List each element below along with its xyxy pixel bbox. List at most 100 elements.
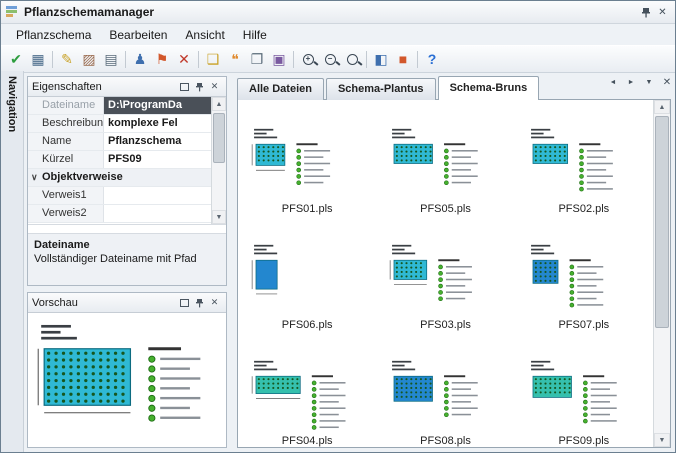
- main-area: Alle DateienSchema-PlantusSchema-Bruns ◄…: [230, 71, 675, 452]
- properties-panel-header: Eigenschaften ✕: [28, 77, 226, 97]
- scroll-up-icon[interactable]: ▲: [654, 100, 670, 114]
- file-thumbnail: [386, 125, 504, 202]
- tab-schema-bruns[interactable]: Schema-Bruns: [438, 76, 540, 100]
- property-grid-scrollbar[interactable]: ▲ ▼: [211, 97, 226, 224]
- scroll-down-icon[interactable]: ▼: [654, 433, 670, 447]
- print-icon[interactable]: ▤: [100, 48, 122, 70]
- menu-item-pflanzschema[interactable]: Pflanzschema: [7, 26, 100, 44]
- scroll-track[interactable]: [654, 114, 670, 433]
- file-item-pfs06-pls[interactable]: PFS06.pls: [238, 218, 376, 334]
- scroll-thumb[interactable]: [655, 116, 669, 328]
- pin-button[interactable]: [192, 80, 207, 94]
- edit-icon[interactable]: ✎: [56, 48, 78, 70]
- toolbar-separator: [198, 51, 199, 68]
- main-scrollbar[interactable]: ▲ ▼: [653, 100, 670, 447]
- properties-panel: Eigenschaften ✕ DateinameD:\ProgramDaBes…: [27, 76, 227, 286]
- property-row-k-rzel[interactable]: KürzelPFS09: [28, 151, 211, 169]
- scroll-thumb[interactable]: [213, 113, 225, 163]
- file-item-pfs01-pls[interactable]: PFS01.pls: [238, 102, 376, 218]
- file-item-pfs08-pls[interactable]: PFS08.pls: [376, 334, 514, 447]
- file-item-pfs03-pls[interactable]: PFS03.pls: [376, 218, 514, 334]
- comment-icon[interactable]: ❝: [224, 48, 246, 70]
- flag-icon[interactable]: ⚑: [151, 48, 173, 70]
- close-panel-button[interactable]: ✕: [207, 80, 222, 94]
- file-item-pfs09-pls[interactable]: PFS09.pls: [515, 334, 653, 447]
- paste-icon[interactable]: ▣: [268, 48, 290, 70]
- app-icon: [5, 4, 19, 21]
- toolbar-separator: [417, 51, 418, 68]
- color-icon[interactable]: ■: [392, 48, 414, 70]
- pin-icon: [195, 82, 204, 92]
- float-button[interactable]: [177, 296, 192, 310]
- properties-panel-title: Eigenschaften: [32, 81, 177, 93]
- file-thumbnail: [386, 357, 504, 434]
- close-panel-button[interactable]: ✕: [207, 296, 222, 310]
- property-description-title: Dateiname: [34, 239, 220, 251]
- tab-schema-plantus[interactable]: Schema-Plantus: [326, 78, 436, 100]
- table-icon[interactable]: ▦: [27, 48, 49, 70]
- preview-image: [28, 313, 226, 447]
- property-row-verweis1[interactable]: Verweis1: [28, 187, 211, 205]
- file-name: PFS08.pls: [420, 435, 471, 447]
- zoom-in-icon[interactable]: +: [297, 48, 319, 70]
- menu-item-ansicht[interactable]: Ansicht: [176, 26, 233, 44]
- property-value[interactable]: [104, 205, 211, 222]
- toolbar-separator: [52, 51, 53, 68]
- user-icon[interactable]: ♟: [129, 48, 151, 70]
- scroll-up-icon[interactable]: ▲: [212, 97, 226, 111]
- chevron-down-icon[interactable]: ∨: [31, 169, 42, 186]
- property-value[interactable]: komplexe Fel: [104, 115, 211, 132]
- erase-icon[interactable]: ▨: [78, 48, 100, 70]
- menu-item-hilfe[interactable]: Hilfe: [234, 26, 276, 44]
- file-name: PFS03.pls: [420, 319, 471, 331]
- copy-icon[interactable]: ❐: [246, 48, 268, 70]
- property-value[interactable]: [104, 187, 211, 204]
- property-description-text: Vollständiger Dateiname mit Pfad: [34, 253, 220, 265]
- display-icon[interactable]: ◧: [370, 48, 392, 70]
- file-thumbnail: [248, 357, 366, 434]
- file-name: PFS04.pls: [282, 435, 333, 447]
- file-thumbnail: [248, 125, 366, 202]
- file-thumbnail: [525, 125, 643, 202]
- property-value[interactable]: Pflanzschema: [104, 133, 211, 150]
- property-group-label: Objektverweise: [42, 169, 123, 186]
- help-icon[interactable]: ?: [421, 48, 443, 70]
- navigation-tab-label[interactable]: Navigation: [6, 71, 18, 452]
- confirm-icon[interactable]: ✔: [5, 48, 27, 70]
- pin-icon: [195, 298, 204, 308]
- zoom-icon[interactable]: [341, 48, 363, 70]
- file-grid: PFS01.plsPFS05.pls PFS02.pls PFS06.pls PFS0…: [238, 100, 653, 447]
- property-value[interactable]: PFS09: [104, 151, 211, 168]
- preview-panel-header: Vorschau ✕: [28, 293, 226, 313]
- file-item-pfs05-pls[interactable]: PFS05.pls: [376, 102, 514, 218]
- file-item-pfs02-pls[interactable]: PFS02.pls: [515, 102, 653, 218]
- property-row-verweis2[interactable]: Verweis2: [28, 205, 211, 223]
- file-item-pfs07-pls[interactable]: PFS07.pls: [515, 218, 653, 334]
- tab-alle-dateien[interactable]: Alle Dateien: [237, 78, 324, 100]
- menu-bar: Pflanzschema Bearbeiten Ansicht Hilfe: [1, 24, 675, 45]
- new-file-icon[interactable]: ❑: [202, 48, 224, 70]
- toolbar-separator: [125, 51, 126, 68]
- file-name: PFS02.pls: [558, 203, 609, 215]
- title-bar: Pflanzschemamanager ✕: [1, 1, 675, 24]
- close-button[interactable]: ✕: [654, 4, 671, 20]
- float-button[interactable]: [177, 80, 192, 94]
- navigation-strip[interactable]: Navigation: [1, 71, 24, 452]
- property-row-beschreibung[interactable]: Beschreibungkomplexe Fel: [28, 115, 211, 133]
- property-label: Name: [28, 133, 104, 150]
- float-icon: [180, 83, 189, 91]
- property-value[interactable]: D:\ProgramDa: [104, 97, 211, 114]
- file-thumbnail: [525, 241, 643, 318]
- property-row-dateiname[interactable]: DateinameD:\ProgramDa: [28, 97, 211, 115]
- pin-button[interactable]: [192, 296, 207, 310]
- scroll-down-icon[interactable]: ▼: [212, 210, 226, 224]
- property-row-name[interactable]: NamePflanzschema: [28, 133, 211, 151]
- menu-item-bearbeiten[interactable]: Bearbeiten: [100, 26, 176, 44]
- delete-icon[interactable]: ✕: [173, 48, 195, 70]
- file-name: PFS09.pls: [558, 435, 609, 447]
- property-row-objektverweise[interactable]: ∨Objektverweise: [28, 169, 211, 187]
- file-item-pfs04-pls[interactable]: PFS04.pls: [238, 334, 376, 447]
- pin-button[interactable]: [637, 4, 654, 20]
- scroll-track[interactable]: [212, 111, 226, 210]
- zoom-out-icon[interactable]: −: [319, 48, 341, 70]
